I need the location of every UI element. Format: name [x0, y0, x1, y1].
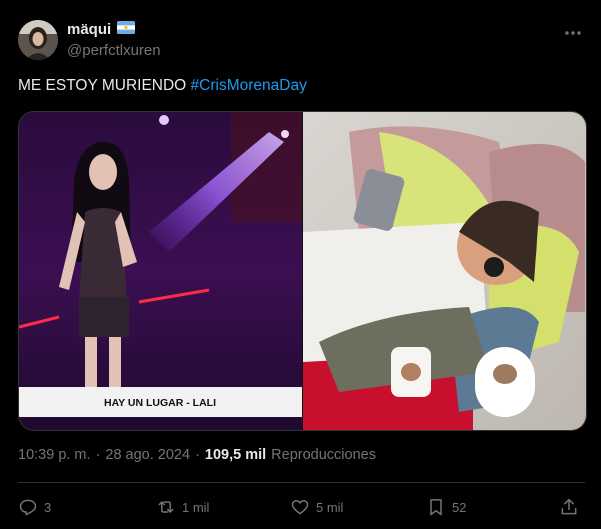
divider: [18, 482, 585, 483]
hashtag-link[interactable]: #CrisMorenaDay: [191, 77, 307, 94]
tweet-date[interactable]: 28 ago. 2024: [105, 447, 190, 463]
meta-separator: ·: [95, 447, 101, 463]
repost-icon: [158, 501, 174, 513]
bookmark-icon: [430, 499, 442, 516]
tweet-text: ME ESTOY MURIENDO #CrisMorenaDay: [18, 77, 307, 95]
like-count: 5 mil: [316, 499, 344, 515]
bookmark-button[interactable]: 52: [426, 494, 466, 520]
avatar[interactable]: [18, 20, 58, 60]
heart-icon: [291, 500, 309, 515]
tweet-media[interactable]: HAY UN LUGAR - LALI: [18, 111, 587, 431]
left-photo: [19, 112, 302, 430]
tweet-meta: 10:39 p. m. · 28 ago. 2024 · 109,5 mil R…: [18, 447, 376, 463]
views-count: 109,5 mil: [204, 447, 267, 463]
views-label: Reproducciones: [271, 447, 376, 463]
more-options-icon[interactable]: [563, 23, 583, 43]
repost-button[interactable]: 1 mil: [156, 494, 209, 520]
tweet-actions: 3 1 mil 5 mil 52: [18, 494, 585, 520]
tweet: mäqui @perfctlxuren ME ESTOY MURIENDO #C…: [0, 0, 601, 529]
author-handle[interactable]: @perfctlxuren: [67, 42, 161, 59]
reply-button[interactable]: 3: [18, 494, 51, 520]
display-name[interactable]: mäqui: [67, 21, 111, 38]
meta-separator-2: ·: [195, 447, 200, 463]
reply-count: 3: [44, 499, 52, 515]
media-caption: HAY UN LUGAR - LALI: [104, 397, 216, 409]
author-name[interactable]: mäqui: [67, 21, 136, 38]
reply-icon: [19, 499, 37, 516]
tweet-body: ME ESTOY MURIENDO: [18, 77, 187, 94]
repost-count: 1 mil: [182, 499, 210, 515]
argentina-flag-icon: [117, 21, 136, 38]
right-photo: [303, 112, 586, 430]
bookmark-count: 52: [452, 499, 467, 515]
tweet-time[interactable]: 10:39 p. m.: [18, 447, 91, 463]
share-icon: [561, 498, 577, 515]
share-button[interactable]: [559, 494, 579, 520]
like-button[interactable]: 5 mil: [290, 494, 343, 520]
